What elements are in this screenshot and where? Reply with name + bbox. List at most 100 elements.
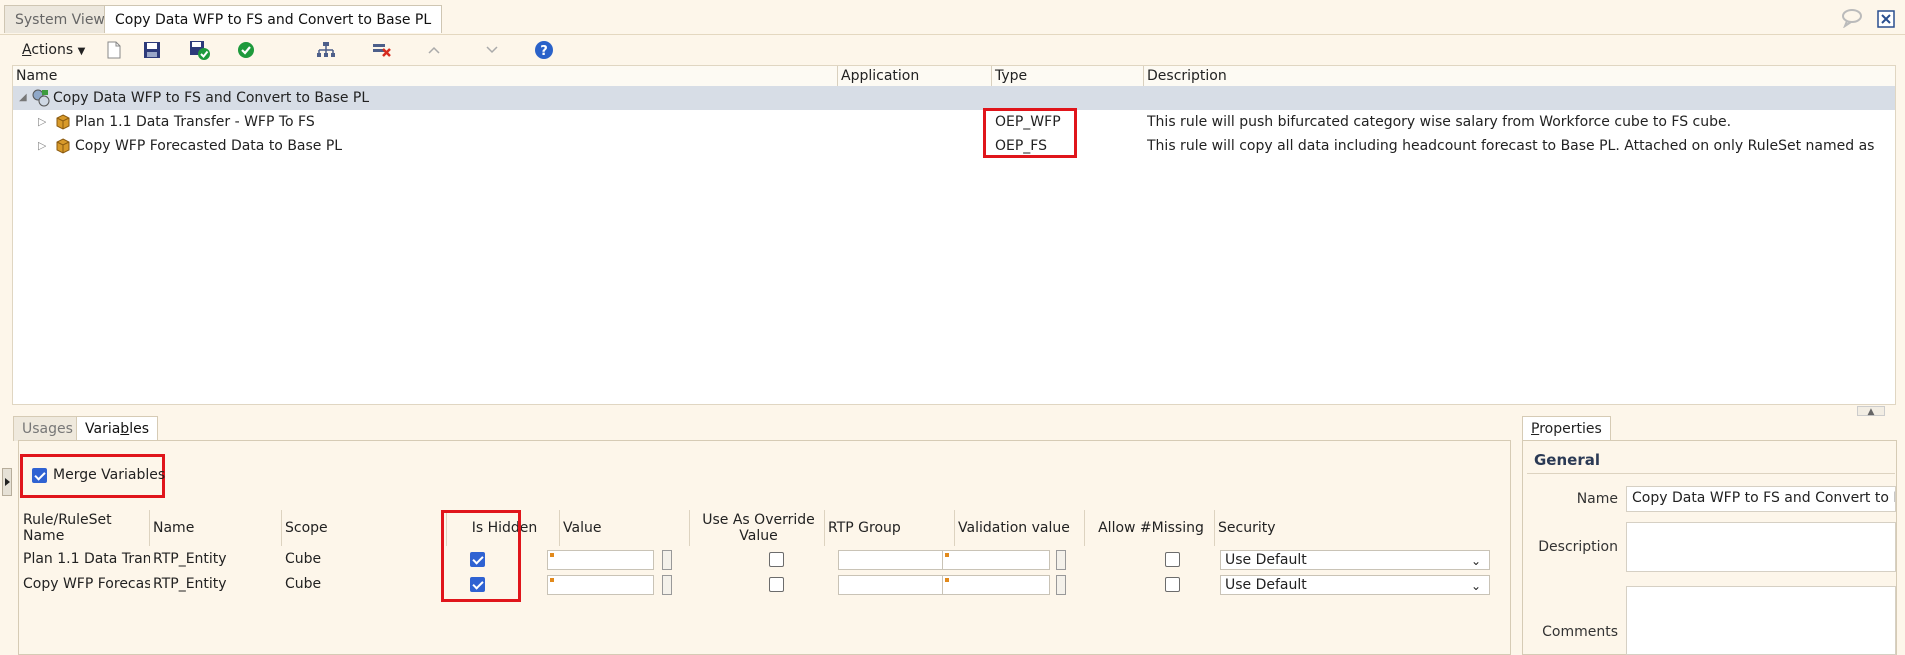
col-header-allow-missing[interactable]: Allow #Missing — [1085, 510, 1215, 546]
member-selector-icon[interactable] — [662, 575, 672, 595]
tab-system-view[interactable]: System View — [4, 5, 116, 33]
member-selector-icon[interactable] — [1056, 575, 1066, 595]
tab-properties[interactable]: Properties — [1522, 416, 1611, 441]
tab-properties-label-b: roperties — [1539, 421, 1602, 437]
value-input[interactable] — [547, 550, 654, 570]
col-header-rule[interactable]: Rule/RuleSet Name — [20, 510, 150, 546]
save-icon[interactable] — [140, 38, 164, 62]
var-rule: Copy WFP Forecas... — [23, 576, 150, 592]
rule-icon — [56, 138, 70, 162]
properties-section-title: General — [1534, 451, 1600, 469]
rtp-group-input[interactable] — [838, 550, 951, 570]
expand-icon[interactable]: ▷ — [38, 110, 46, 134]
property-comments-label: Comments — [1542, 624, 1618, 640]
merge-variables-label: Merge Variables — [53, 467, 166, 483]
side-panel-toggle[interactable] — [2, 468, 12, 496]
table-row[interactable]: ▷ Plan 1.1 Data Transfer - WFP To FS OEP… — [13, 110, 1895, 134]
var-name: RTP_Entity — [153, 576, 227, 592]
property-name-field[interactable]: Copy Data WFP to FS and Convert to Base — [1626, 486, 1896, 512]
merge-variables-checkbox[interactable] — [32, 467, 47, 483]
validation-input[interactable] — [942, 575, 1050, 595]
col-header-name[interactable]: Name — [13, 66, 838, 86]
save-as-icon[interactable] — [188, 38, 212, 62]
chevron-down-icon: ▼ — [77, 46, 86, 57]
message-icon[interactable] — [1841, 8, 1863, 29]
ruleset-icon — [31, 88, 51, 112]
toolbar: Actions ▼ ? — [12, 36, 1892, 64]
security-select[interactable]: Use Default ⌄ — [1220, 575, 1490, 595]
close-tab-icon[interactable] — [1877, 10, 1895, 28]
allow-missing-checkbox[interactable] — [1164, 552, 1180, 567]
is-hidden-highlight-box — [441, 510, 521, 602]
var-rule: Plan 1.1 Data Tran... — [23, 551, 150, 567]
section-divider — [1527, 473, 1895, 474]
required-marker-icon — [550, 553, 554, 557]
member-selector-icon[interactable] — [662, 550, 672, 570]
row-description: This rule will push bifurcated category … — [1147, 114, 1732, 130]
chevron-down-icon: ⌄ — [1470, 554, 1481, 568]
rules-grid: Name Application Type Description ◢ Copy… — [12, 65, 1896, 405]
override-checkbox[interactable] — [769, 577, 785, 592]
table-row[interactable]: Copy WFP Forecas... RTP_Entity Cube Use … — [20, 572, 1508, 597]
col-header-value[interactable]: Value — [560, 510, 690, 546]
type-highlight-box — [983, 108, 1077, 158]
property-name-label: Name — [1576, 491, 1618, 507]
var-scope: Cube — [285, 576, 322, 592]
security-select[interactable]: Use Default ⌄ — [1220, 550, 1490, 570]
new-icon[interactable] — [102, 38, 126, 62]
col-header-name[interactable]: Name — [150, 510, 282, 546]
row-name: Copy WFP Forecasted Data to Base PL — [75, 138, 343, 154]
col-header-scope[interactable]: Scope — [282, 510, 447, 546]
col-header-description[interactable]: Description — [1144, 66, 1895, 86]
table-row[interactable]: ◢ Copy Data WFP to FS and Convert to Bas… — [13, 86, 1895, 110]
actions-label-underlined: A — [22, 42, 32, 58]
deploy-icon[interactable] — [314, 38, 338, 62]
tab-active-ruleset[interactable]: Copy Data WFP to FS and Convert to Base … — [104, 5, 443, 33]
col-header-validation[interactable]: Validation value — [955, 510, 1085, 546]
tab-variables-label-b: b — [120, 421, 130, 437]
property-comments-field[interactable] — [1626, 586, 1896, 655]
tab-usages[interactable]: Usages — [13, 416, 82, 441]
col-header-application[interactable]: Application — [838, 66, 992, 86]
required-marker-icon — [945, 553, 949, 557]
move-up-icon[interactable] — [422, 38, 446, 62]
var-scope: Cube — [285, 551, 322, 567]
actions-menu-button[interactable]: Actions ▼ — [18, 38, 89, 62]
table-row[interactable]: ▷ Copy WFP Forecasted Data to Base PL OE… — [13, 134, 1895, 158]
value-input[interactable] — [547, 575, 654, 595]
tab-properties-label-a: P — [1531, 421, 1540, 437]
override-checkbox[interactable] — [769, 552, 785, 567]
property-description-field[interactable] — [1626, 522, 1896, 572]
required-marker-icon — [945, 578, 949, 582]
member-selector-icon[interactable] — [1056, 550, 1066, 570]
expand-icon[interactable]: ▷ — [38, 134, 46, 158]
tab-variables[interactable]: Variables — [76, 416, 158, 441]
validation-input[interactable] — [942, 550, 1050, 570]
col-header-security[interactable]: Security — [1215, 510, 1508, 546]
rtp-group-input[interactable] — [838, 575, 951, 595]
allow-missing-checkbox[interactable] — [1164, 577, 1180, 592]
var-name: RTP_Entity — [153, 551, 227, 567]
remove-icon[interactable] — [370, 38, 394, 62]
security-select-value: Use Default — [1225, 577, 1307, 593]
tab-variables-label-a: Varia — [85, 421, 121, 437]
merge-variables-control[interactable]: Merge Variables — [32, 467, 165, 483]
table-row[interactable]: Plan 1.1 Data Tran... RTP_Entity Cube Us… — [20, 547, 1508, 572]
tab-variables-label-c: les — [129, 421, 149, 437]
col-header-type[interactable]: Type — [992, 66, 1144, 86]
help-icon[interactable]: ? — [532, 38, 556, 62]
row-name: Plan 1.1 Data Transfer - WFP To FS — [75, 114, 315, 130]
col-header-rtp-group[interactable]: RTP Group — [825, 510, 955, 546]
svg-text:?: ? — [540, 44, 548, 59]
chevron-down-icon: ⌄ — [1470, 579, 1481, 593]
col-header-override[interactable]: Use As Override Value — [690, 510, 825, 546]
collapse-icon[interactable]: ◢ — [19, 86, 27, 110]
actions-label: ctions — [31, 42, 74, 58]
security-select-value: Use Default — [1225, 552, 1307, 568]
move-down-icon[interactable] — [480, 38, 504, 62]
splitter-collapse-icon[interactable]: ▲ — [1857, 406, 1885, 417]
row-description: This rule will copy all data including h… — [1147, 138, 1875, 154]
required-marker-icon — [550, 578, 554, 582]
row-name: Copy Data WFP to FS and Convert to Base … — [53, 90, 370, 106]
validate-icon[interactable] — [234, 38, 258, 62]
